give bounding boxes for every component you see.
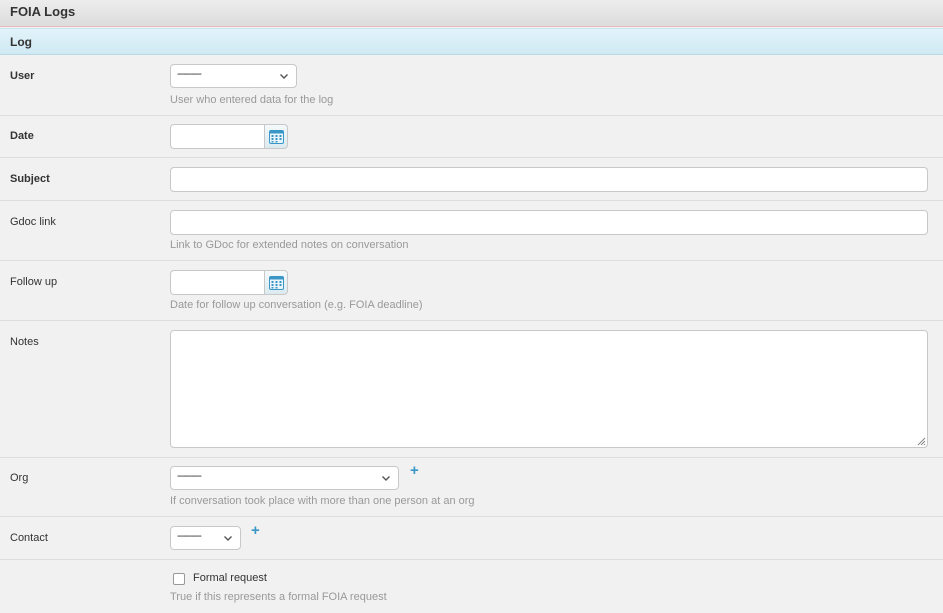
page-title: FOIA Logs bbox=[10, 4, 76, 19]
follow-up-label: Follow up bbox=[10, 276, 58, 288]
fieldset-title: Log bbox=[10, 35, 32, 49]
form-row-subject: Subject bbox=[0, 158, 943, 201]
org-label: Org bbox=[10, 472, 29, 484]
fieldset-header: Log bbox=[0, 28, 943, 55]
date-input[interactable] bbox=[170, 124, 265, 149]
subject-input[interactable] bbox=[170, 167, 928, 192]
follow-up-help: Date for follow up conversation (e.g. FO… bbox=[170, 299, 423, 311]
gdoc-link-input[interactable] bbox=[170, 210, 928, 235]
formal-request-checkbox[interactable] bbox=[173, 573, 185, 585]
contact-select-value: --------- bbox=[177, 530, 202, 542]
user-help: User who entered data for the log bbox=[170, 94, 334, 106]
gdoc-link-label: Gdoc link bbox=[10, 216, 56, 228]
org-help: If conversation took place with more tha… bbox=[170, 495, 475, 507]
chevron-down-icon bbox=[224, 536, 232, 541]
formal-request-label[interactable]: Formal request bbox=[193, 572, 267, 584]
form-row-user: User --------- User who entered data for… bbox=[0, 56, 943, 116]
form-row-date: Date bbox=[0, 116, 943, 158]
notes-label: Notes bbox=[10, 336, 39, 348]
user-select[interactable]: --------- bbox=[170, 64, 297, 88]
form-row-follow-up: Follow up Date for follow up conversatio… bbox=[0, 261, 943, 321]
form-row-gdoc-link: Gdoc link Link to GDoc for extended note… bbox=[0, 201, 943, 261]
form-row-contact: Contact --------- + bbox=[0, 517, 943, 560]
date-calendar-button[interactable] bbox=[264, 124, 288, 149]
gdoc-link-help: Link to GDoc for extended notes on conve… bbox=[170, 239, 409, 251]
date-label: Date bbox=[10, 130, 34, 142]
user-select-value: --------- bbox=[177, 68, 202, 80]
user-label: User bbox=[10, 70, 35, 82]
contact-label: Contact bbox=[10, 532, 48, 544]
follow-up-input[interactable] bbox=[170, 270, 265, 295]
form-row-formal-request: Formal request True if this represents a… bbox=[0, 560, 943, 613]
resize-grip-icon[interactable] bbox=[917, 437, 926, 446]
add-contact-plus-icon[interactable]: + bbox=[251, 523, 261, 538]
formal-request-help: True if this represents a formal FOIA re… bbox=[170, 591, 387, 603]
module-header: FOIA Logs bbox=[0, 0, 943, 27]
contact-select[interactable]: --------- bbox=[170, 526, 241, 550]
form-row-notes: Notes bbox=[0, 321, 943, 458]
follow-up-calendar-button[interactable] bbox=[264, 270, 288, 295]
org-select[interactable]: --------- bbox=[170, 466, 399, 490]
org-select-value: --------- bbox=[177, 470, 202, 482]
notes-textarea[interactable] bbox=[170, 330, 928, 448]
add-org-plus-icon[interactable]: + bbox=[410, 463, 420, 478]
form-row-org: Org --------- + If conversation took pla… bbox=[0, 458, 943, 517]
chevron-down-icon bbox=[280, 74, 288, 79]
subject-label: Subject bbox=[10, 173, 50, 185]
admin-form: FOIA Logs Log User --------- User who en… bbox=[0, 0, 943, 613]
calendar-icon bbox=[269, 276, 284, 290]
calendar-icon bbox=[269, 130, 284, 144]
chevron-down-icon bbox=[382, 476, 390, 481]
